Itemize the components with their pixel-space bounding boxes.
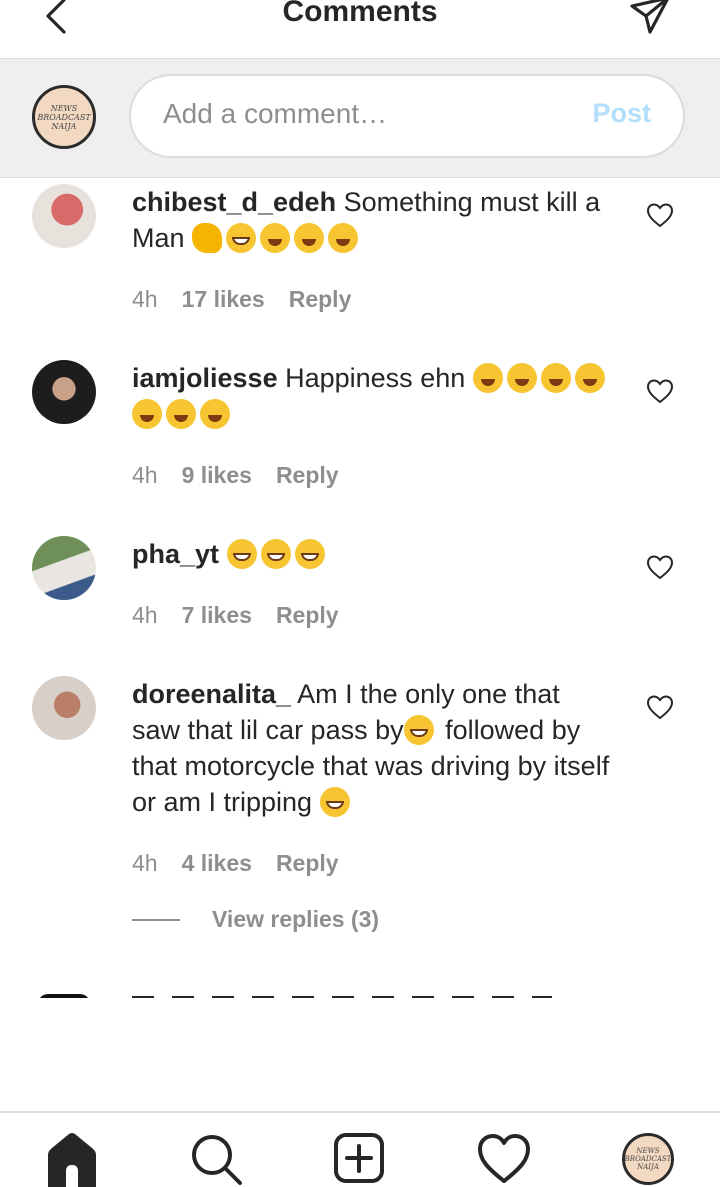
grin-emoji xyxy=(226,539,257,569)
comment-time: 4h xyxy=(132,850,158,876)
comments-list[interactable]: chibest_d_edeh Something must kill a Man… xyxy=(0,178,720,998)
rofl-emoji xyxy=(294,223,325,253)
replies-divider xyxy=(132,918,180,921)
commenter-avatar[interactable] xyxy=(32,536,96,600)
page-title: Comments xyxy=(282,0,438,28)
grin-emoji xyxy=(260,539,291,569)
comment-text: chibest_d_edeh Something must kill a Man xyxy=(132,187,601,253)
likes-count[interactable]: 4 likes xyxy=(182,848,252,878)
grin-emoji xyxy=(403,715,434,745)
rofl-emoji xyxy=(132,399,162,429)
comment-compose-bar: NEWS BROADCAST NAIJA Add a comment… Post xyxy=(0,59,720,178)
comment-time: 4h xyxy=(132,602,158,628)
rofl-emoji xyxy=(166,399,196,429)
reply-button[interactable]: Reply xyxy=(276,600,339,630)
send-direct-icon[interactable] xyxy=(626,0,672,38)
search-icon[interactable] xyxy=(188,1131,244,1187)
comment-text: doreenalita_ Am I the only one that saw … xyxy=(132,679,610,817)
comment-username[interactable]: doreenalita_ xyxy=(132,679,291,709)
home-icon[interactable] xyxy=(44,1131,100,1187)
comment-time: 4h xyxy=(132,462,158,488)
activity-heart-icon[interactable] xyxy=(476,1131,532,1187)
add-post-icon[interactable] xyxy=(332,1131,388,1187)
commenter-avatar[interactable] xyxy=(38,994,90,998)
view-replies-label: View replies (3) xyxy=(212,906,380,932)
like-heart-icon[interactable] xyxy=(646,554,674,580)
bottom-tab-bar: NEWS BROADCAST NAIJA xyxy=(0,1111,720,1187)
commenter-avatar[interactable] xyxy=(32,360,96,424)
top-bar: Comments xyxy=(0,0,720,59)
comment-meta: 4h 17 likes Reply xyxy=(132,284,351,314)
rofl-emoji xyxy=(506,363,537,393)
like-heart-icon[interactable] xyxy=(646,202,674,228)
likes-count[interactable]: 7 likes xyxy=(182,600,252,630)
current-user-avatar: NEWS BROADCAST NAIJA xyxy=(32,85,96,149)
like-heart-icon[interactable] xyxy=(646,378,674,404)
comment-placeholder: Add a comment… xyxy=(163,98,388,129)
likes-count[interactable]: 17 likes xyxy=(182,284,265,314)
commenter-avatar[interactable] xyxy=(32,184,96,248)
emoji-group xyxy=(192,223,362,253)
emoji-group xyxy=(226,539,329,569)
comment-meta: 4h 7 likes Reply xyxy=(132,600,339,630)
rofl-emoji xyxy=(540,363,571,393)
reply-button[interactable]: Reply xyxy=(276,460,339,490)
view-replies-button[interactable]: View replies (3) xyxy=(132,906,379,933)
likes-count[interactable]: 9 likes xyxy=(182,460,252,490)
rofl-emoji xyxy=(574,363,605,393)
rofl-emoji xyxy=(328,223,359,253)
comment-time: 4h xyxy=(132,286,158,312)
like-heart-icon[interactable] xyxy=(646,694,674,720)
commenter-avatar[interactable] xyxy=(32,676,96,740)
reply-button[interactable]: Reply xyxy=(289,284,352,314)
comment-text xyxy=(132,996,552,998)
comment-text: iamjoliesse Happiness ehn xyxy=(132,360,612,432)
profile-avatar[interactable]: NEWS BROADCAST NAIJA xyxy=(622,1133,674,1185)
comment-text: pha_yt xyxy=(132,536,612,572)
comment-meta: 4h 9 likes Reply xyxy=(132,460,339,490)
grin-emoji xyxy=(226,223,257,253)
rofl-emoji xyxy=(200,399,230,429)
rofl-emoji xyxy=(472,363,503,393)
rofl-emoji xyxy=(260,223,291,253)
comment-meta: 4h 4 likes Reply xyxy=(132,848,339,878)
add-comment-input[interactable]: Add a comment… Post xyxy=(129,74,685,158)
post-button[interactable]: Post xyxy=(592,98,651,129)
reply-button[interactable]: Reply xyxy=(276,848,339,878)
grin-emoji xyxy=(294,539,325,569)
comment-username[interactable]: iamjoliesse xyxy=(132,363,278,393)
comment-username[interactable]: pha_yt xyxy=(132,539,219,569)
grin-emoji xyxy=(319,787,350,817)
flexed-biceps-emoji xyxy=(192,223,223,253)
comment-username[interactable]: chibest_d_edeh xyxy=(132,187,336,217)
